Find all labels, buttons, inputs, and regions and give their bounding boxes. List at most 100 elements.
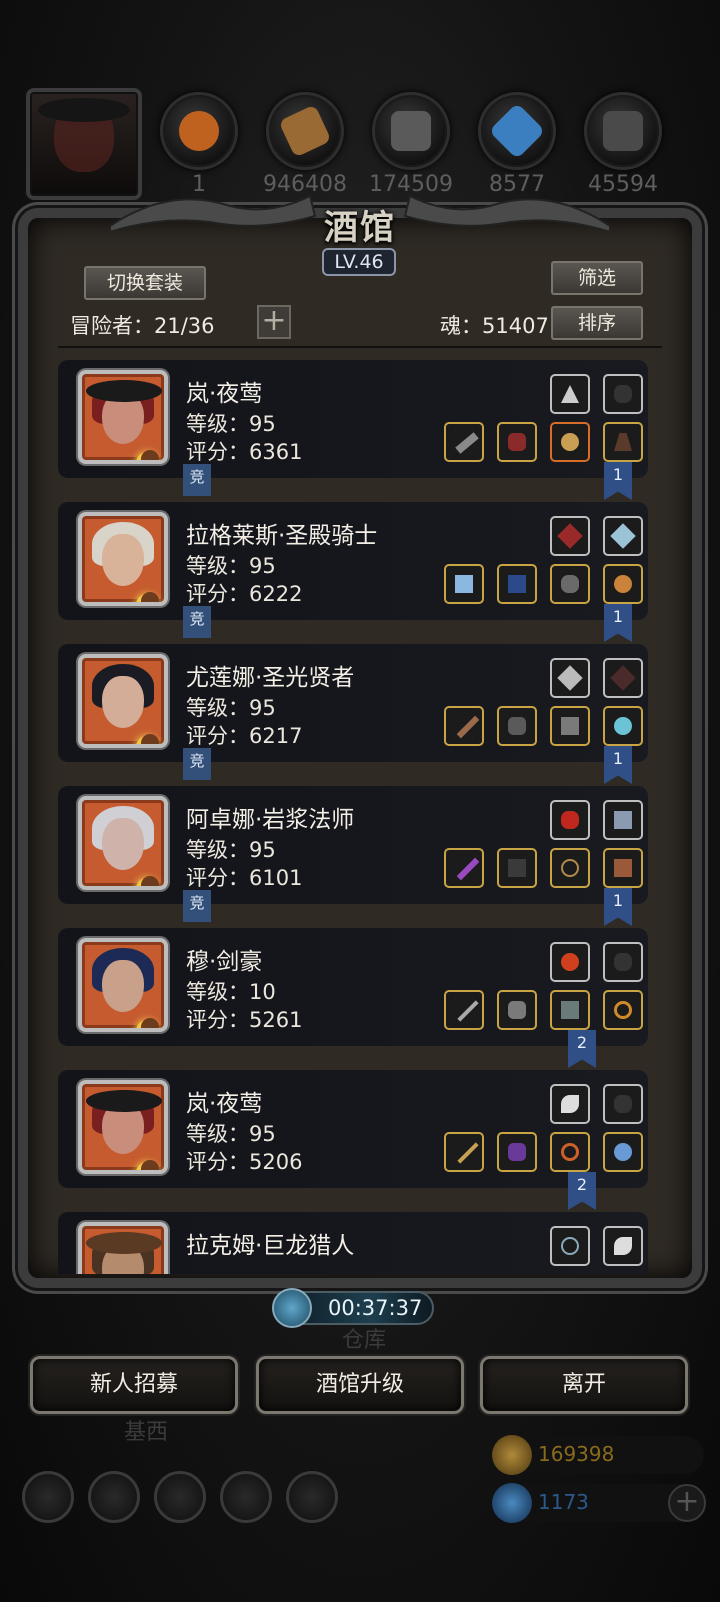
feather-icon[interactable] — [550, 516, 590, 556]
adventurer-name: 尤莲娜·圣光贤者 — [186, 665, 355, 691]
team-flag: 1 — [604, 462, 632, 500]
adventurer-card[interactable]: 穆·剑豪 等级：10 评分：5261 — [58, 928, 648, 1046]
armor-icon[interactable] — [497, 422, 537, 462]
claw-icon[interactable] — [603, 1226, 643, 1266]
moon-icon — [136, 592, 159, 602]
quest-icon[interactable] — [88, 1471, 140, 1523]
orb-icon[interactable] — [603, 706, 643, 746]
adventurer-card[interactable]: 尤莲娜·圣光贤者 等级：95 评分：6217 — [58, 644, 648, 762]
add-gem-button[interactable]: + — [668, 1484, 706, 1522]
expand-slots-button[interactable]: + — [257, 305, 291, 339]
mail-icon[interactable] — [220, 1471, 272, 1523]
settings-icon[interactable] — [22, 1471, 74, 1523]
adventurer-portrait — [78, 1080, 168, 1174]
adventurer-level: 等级：95 — [186, 1122, 276, 1146]
bracer-icon[interactable] — [550, 990, 590, 1030]
wood-icon — [278, 104, 332, 158]
gem-icon[interactable] — [550, 800, 590, 840]
gold-coin-icon — [492, 1435, 532, 1475]
armor-icon[interactable] — [497, 1132, 537, 1172]
adventurer-name: 岚·夜莺 — [186, 1091, 263, 1117]
arena-badge: 竞 — [183, 464, 211, 496]
gun-icon[interactable] — [444, 422, 484, 462]
ring-icon[interactable] — [550, 422, 590, 462]
moon-icon — [136, 876, 159, 886]
helmet-icon[interactable] — [550, 564, 590, 604]
moon-icon — [136, 450, 159, 460]
adventurer-name: 拉格莱斯·圣殿骑士 — [186, 523, 378, 549]
adventurer-level: 等级：95 — [186, 554, 276, 578]
leave-button[interactable]: 离开 — [480, 1356, 688, 1414]
adventurer-score: 评分：6361 — [186, 440, 303, 464]
boots-icon[interactable] — [603, 848, 643, 888]
necklace-icon[interactable] — [550, 848, 590, 888]
staff-icon[interactable] — [444, 706, 484, 746]
clock-icon — [272, 1288, 312, 1328]
adventurer-score: 评分：6217 — [186, 724, 303, 748]
sword-icon[interactable] — [444, 990, 484, 1030]
scepter-icon[interactable] — [444, 848, 484, 888]
feather-icon[interactable] — [603, 658, 643, 698]
resource-slot-stone[interactable] — [372, 92, 450, 170]
adventurer-portrait — [78, 938, 168, 1032]
gauntlet-icon[interactable] — [550, 706, 590, 746]
team-flag: 1 — [604, 746, 632, 784]
adventurer-level: 等级：95 — [186, 696, 276, 720]
hammer-icon[interactable] — [444, 564, 484, 604]
cloak-icon[interactable] — [603, 422, 643, 462]
west-label: 基西 — [124, 1420, 169, 1445]
player-portrait[interactable] — [26, 88, 142, 200]
cape-icon[interactable] — [497, 564, 537, 604]
adventurer-score: 评分：5206 — [186, 1150, 303, 1174]
armor-icon[interactable] — [497, 990, 537, 1030]
ring-icon[interactable] — [603, 990, 643, 1030]
adventurer-card[interactable]: 拉克姆·巨龙猎人 — [58, 1212, 648, 1274]
guild-icon[interactable] — [154, 1471, 206, 1523]
adventurer-card[interactable]: 岚·夜莺 等级：95 评分：5206 — [58, 1070, 648, 1188]
adventurer-score: 评分：6222 — [186, 582, 303, 606]
team-flag: 2 — [568, 1030, 596, 1068]
amulet-icon[interactable] — [603, 516, 643, 556]
resource-slot-wood[interactable] — [266, 92, 344, 170]
filter-button[interactable]: 筛选 — [551, 261, 643, 295]
gold-value: 169398 — [538, 1442, 615, 1466]
recruit-button[interactable]: 新人招募 — [30, 1356, 238, 1414]
adventurer-card[interactable]: 拉格莱斯·圣殿骑士 等级：95 评分：6222 — [58, 502, 648, 620]
adventurer-card[interactable]: 岚·夜莺 等级：95 评分：6361 — [58, 360, 648, 478]
adventurer-card[interactable]: 阿卓娜·岩浆法师 等级：95 评分：6101 — [58, 786, 648, 904]
gloves-icon[interactable] — [603, 1084, 643, 1124]
resource-slot-ore[interactable] — [160, 92, 238, 170]
gloves-icon[interactable] — [603, 374, 643, 414]
arena-badge: 竞 — [183, 748, 211, 780]
adventurer-portrait — [78, 796, 168, 890]
team-flag: 1 — [604, 888, 632, 926]
resource-slot-crystal[interactable] — [478, 92, 556, 170]
sort-button[interactable]: 排序 — [551, 306, 643, 340]
spear-icon[interactable] — [444, 1132, 484, 1172]
ring-icon[interactable] — [550, 1132, 590, 1172]
emblem-icon[interactable] — [550, 374, 590, 414]
orb-icon[interactable] — [603, 1132, 643, 1172]
resource-slot-iron[interactable] — [584, 92, 662, 170]
adventurer-portrait — [78, 654, 168, 748]
adventurer-portrait — [78, 512, 168, 606]
book-icon[interactable] — [603, 800, 643, 840]
adventurer-portrait — [78, 1222, 168, 1274]
adventurer-count: 冒险者：21/36 — [70, 314, 215, 338]
adventurer-name: 岚·夜莺 — [186, 381, 263, 407]
shop-icon[interactable] — [286, 1471, 338, 1523]
ring-icon[interactable] — [603, 564, 643, 604]
upgrade-tavern-button[interactable]: 酒馆升级 — [256, 1356, 464, 1414]
gloves-icon[interactable] — [603, 942, 643, 982]
armor-icon[interactable] — [497, 706, 537, 746]
adventurer-list[interactable]: 岚·夜莺 等级：95 评分：6361 竞 1 拉格莱斯·圣殿骑士 等级：95 评… — [48, 354, 676, 1274]
necklace-icon[interactable] — [550, 1226, 590, 1266]
switch-set-button[interactable]: 切换套装 — [84, 266, 206, 300]
adventurer-name: 拉克姆·巨龙猎人 — [186, 1233, 355, 1259]
panel-title: 酒馆 — [324, 208, 396, 248]
robe-icon[interactable] — [497, 848, 537, 888]
team-flag: 1 — [604, 604, 632, 642]
fire-gem-icon[interactable] — [550, 942, 590, 982]
feather-icon[interactable] — [550, 658, 590, 698]
claw-icon[interactable] — [550, 1084, 590, 1124]
